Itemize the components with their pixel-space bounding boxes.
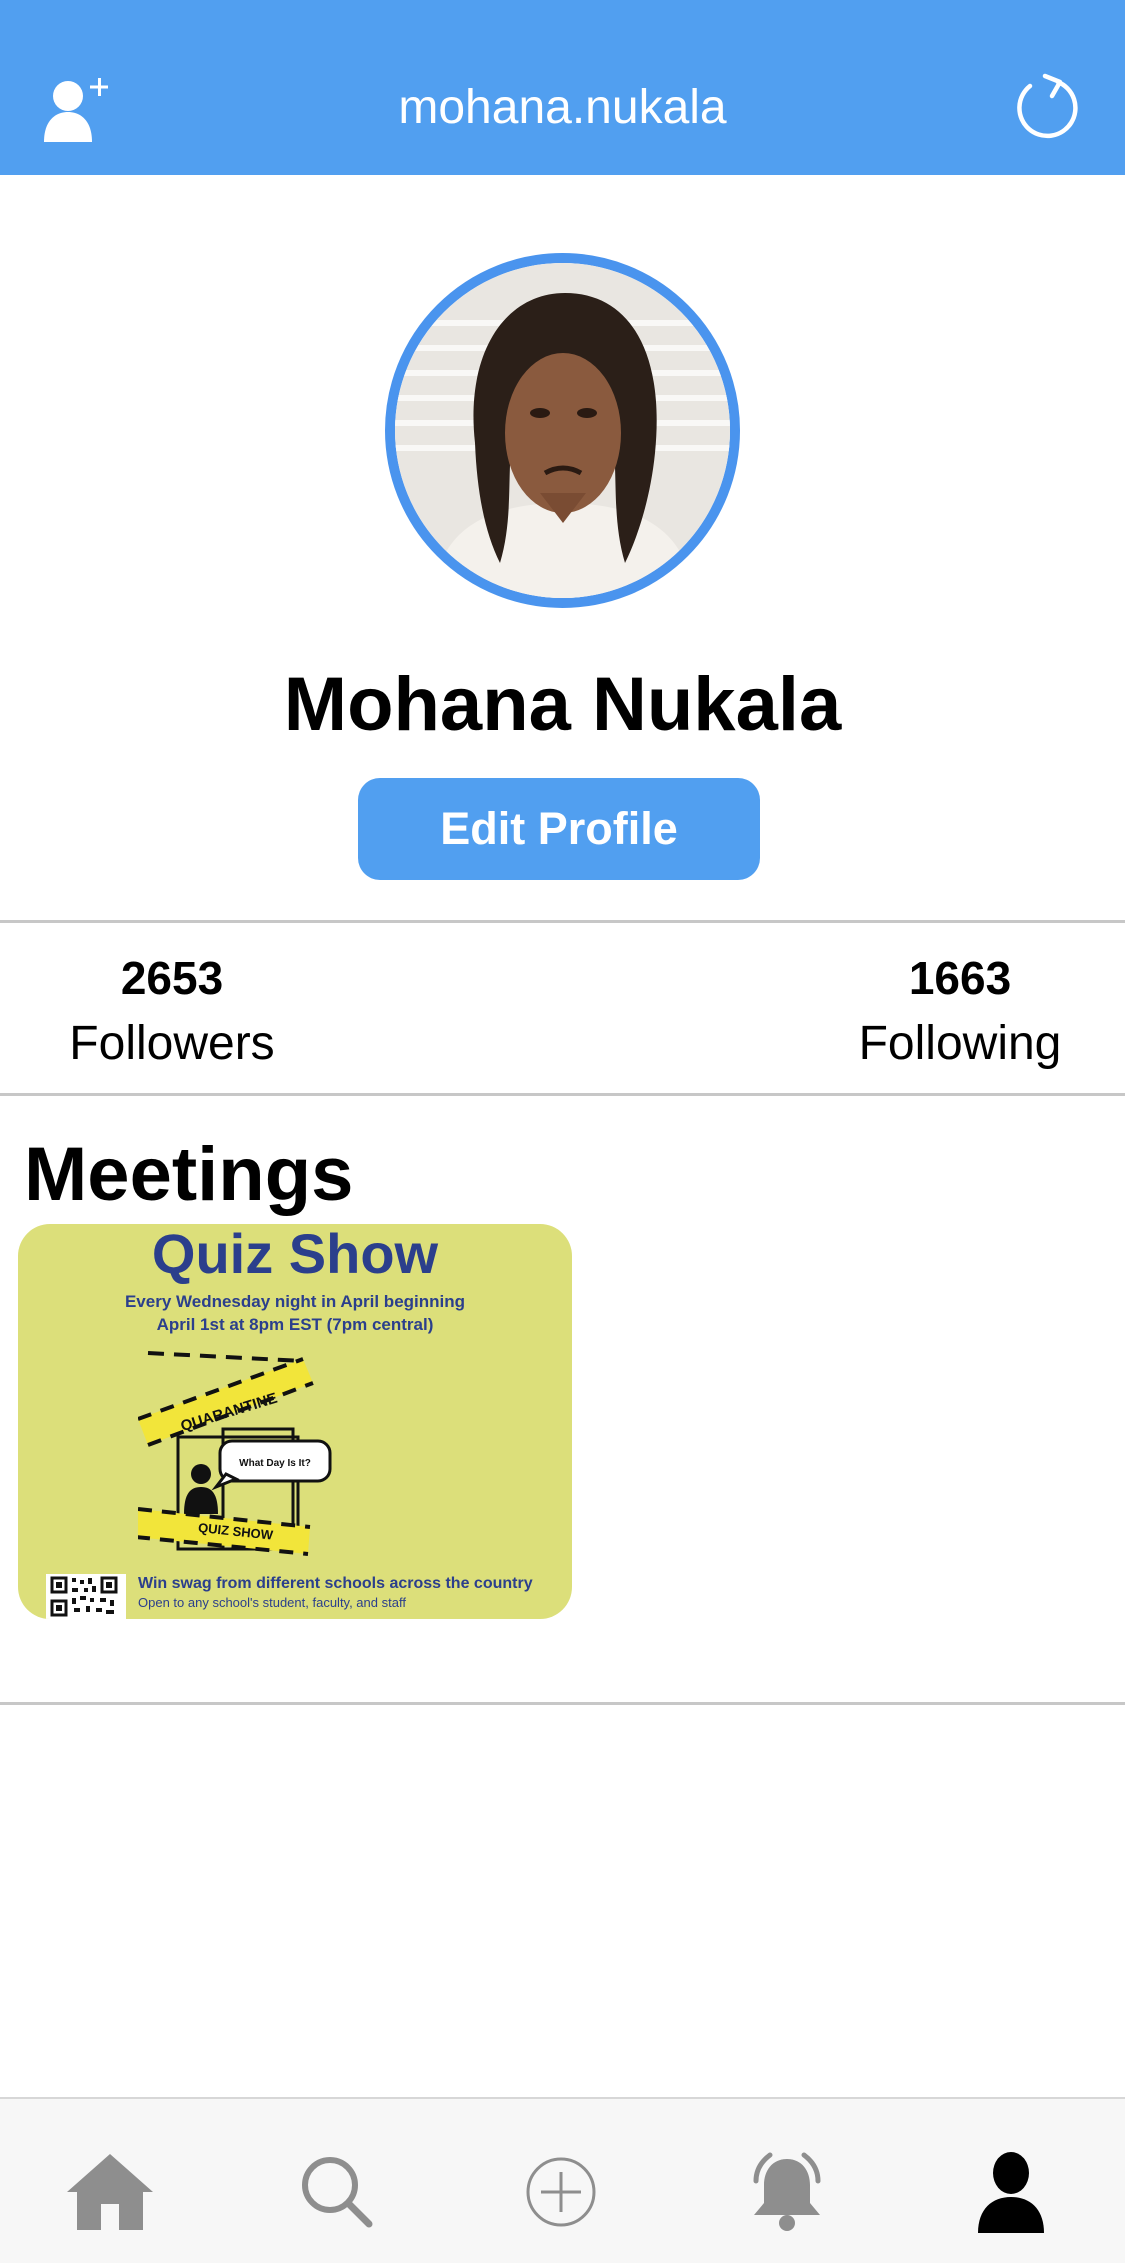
tab-profile[interactable] [966,2147,1056,2237]
username-title: mohana.nukala [398,81,727,134]
speech-bubble-text: What Day Is It? [239,1458,311,1469]
tab-search[interactable] [292,2147,382,2237]
bell-icon [753,2152,821,2231]
poster-subtitle: Every Wednesday night in April beginning… [18,1290,572,1336]
followers-count: 2653 [120,952,224,1004]
profile-name: Mohana Nukala [283,662,842,747]
refresh-icon[interactable] [1010,68,1078,140]
edit-profile-button[interactable]: Edit Profile [358,778,760,880]
poster-illustration: QUARANTINE What Day Is It? QUIZ SHOW [138,1351,332,1556]
meeting-card[interactable]: Quiz Show Every Wednesday night in April… [18,1224,572,1619]
poster-swag-line: Win swag from different schools across t… [138,1575,533,1592]
avatar [385,253,740,608]
divider [0,1093,1125,1096]
poster-title: Quiz Show [151,1224,439,1285]
divider [0,1702,1125,1705]
followers-label: Followers [69,1017,275,1070]
divider [0,920,1125,923]
tab-create[interactable] [516,2147,606,2237]
home-icon [67,2154,153,2230]
tab-bar [0,2097,1125,2263]
tab-home[interactable] [65,2147,155,2237]
followers-stat[interactable]: 2653 Followers [22,950,322,1074]
following-count: 1663 [908,952,1012,1004]
poster-open-line: Open to any school's student, faculty, a… [138,1595,406,1610]
profile-icon [978,2152,1044,2233]
meetings-title: Meetings [24,1132,354,1217]
following-label: Following [858,1017,1062,1070]
search-icon [302,2157,373,2228]
add-circle-icon [526,2157,596,2227]
qr-code-icon [46,1574,126,1619]
tab-notifications[interactable] [742,2147,832,2237]
top-bar: mohana.nukala [0,0,1125,175]
following-stat[interactable]: 1663 Following [810,950,1110,1074]
poster-line-2: April 1st at 8pm EST (7pm central) [156,1315,434,1334]
poster-line-1: Every Wednesday night in April beginning [124,1292,466,1311]
